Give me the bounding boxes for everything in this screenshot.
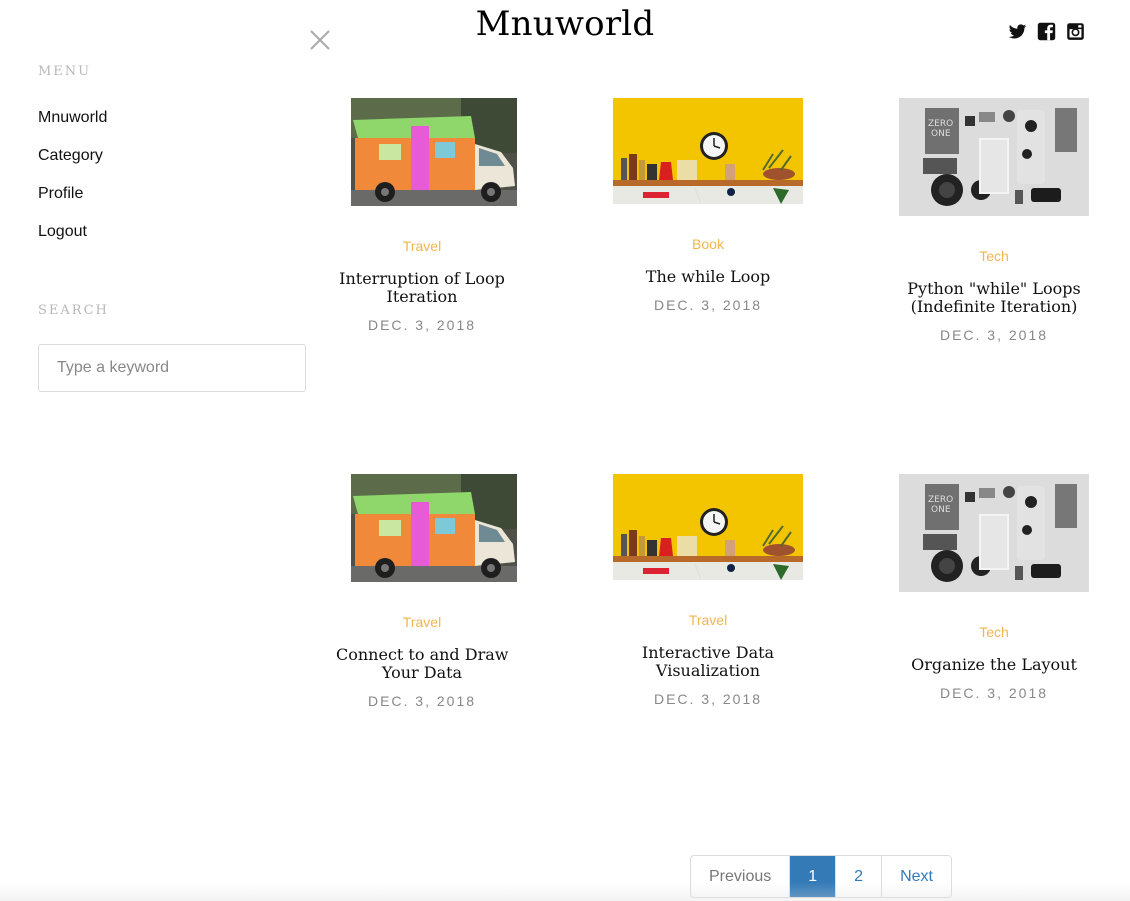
- post-title-line: Iteration: [386, 287, 458, 306]
- post-title[interactable]: Interruption of Loop Iteration: [336, 270, 508, 306]
- post-card: Travel Interruption of Loop Iteration DE…: [336, 98, 508, 333]
- pagination-page-1[interactable]: 1: [789, 856, 836, 897]
- pagination-previous[interactable]: Previous: [691, 856, 789, 897]
- post-title-line: Interactive Data: [641, 643, 775, 662]
- post-thumbnail-camper-van[interactable]: [351, 474, 517, 582]
- twitter-icon[interactable]: [1008, 22, 1027, 41]
- post-date: DEC. 3, 2018: [939, 327, 1049, 343]
- post-date: DEC. 3, 2018: [939, 685, 1049, 701]
- post-card: Book The while Loop DEC. 3, 2018: [613, 98, 803, 313]
- social-links: [1008, 22, 1085, 41]
- post-thumbnail-flat-lay[interactable]: [899, 98, 1089, 216]
- post-category[interactable]: Travel: [336, 614, 508, 630]
- close-icon[interactable]: [308, 28, 332, 52]
- post-category[interactable]: Tech: [899, 248, 1089, 264]
- post-category[interactable]: Tech: [899, 624, 1089, 640]
- post-title-line: (Indefinite Iteration): [910, 297, 1078, 316]
- menu-item-mnuworld[interactable]: Mnuworld: [38, 108, 107, 146]
- facebook-icon[interactable]: [1037, 22, 1056, 41]
- menu-item-category[interactable]: Category: [38, 146, 107, 184]
- post-title[interactable]: Python "while" Loops (Indefinite Iterati…: [899, 280, 1089, 316]
- post-thumbnail-yellow-shelf[interactable]: [613, 98, 803, 204]
- post-title[interactable]: Connect to and Draw Your Data: [336, 646, 508, 682]
- menu-item-profile[interactable]: Profile: [38, 184, 107, 222]
- post-date: DEC. 3, 2018: [367, 317, 477, 333]
- post-thumbnail-camper-van[interactable]: [351, 98, 517, 206]
- post-card: Travel Connect to and Draw Your Data DEC…: [336, 474, 508, 709]
- instagram-icon[interactable]: [1066, 22, 1085, 41]
- post-title-line: Your Data: [381, 663, 463, 682]
- post-thumbnail-flat-lay[interactable]: [899, 474, 1089, 592]
- post-title-line: The while Loop: [645, 267, 771, 286]
- post-card: Tech Organize the Layout DEC. 3, 2018: [899, 474, 1089, 701]
- post-title-line: Python "while" Loops: [907, 279, 1081, 298]
- post-category[interactable]: Travel: [613, 612, 803, 628]
- site-title[interactable]: Mnuworld: [0, 4, 1130, 44]
- post-title-line: Interruption of Loop: [339, 269, 505, 288]
- post-category[interactable]: Book: [613, 236, 803, 252]
- sidebar-menu: Mnuworld Category Profile Logout: [38, 108, 107, 260]
- pagination: Previous 1 2 Next: [690, 855, 952, 898]
- post-title-line: Organize the Layout: [911, 655, 1077, 674]
- menu-item-logout[interactable]: Logout: [38, 222, 107, 260]
- post-card: Tech Python "while" Loops (Indefinite It…: [899, 98, 1089, 343]
- search-heading: SEARCH: [38, 303, 109, 318]
- menu-heading: MENU: [38, 64, 92, 79]
- post-category[interactable]: Travel: [336, 238, 508, 254]
- post-thumbnail-yellow-shelf[interactable]: [613, 474, 803, 580]
- post-card: Travel Interactive Data Visualization DE…: [613, 474, 803, 707]
- footer-shadow: [0, 882, 1130, 901]
- post-title[interactable]: The while Loop: [613, 268, 803, 286]
- search-input[interactable]: [38, 344, 306, 392]
- post-title-line: Connect to and Draw: [336, 645, 509, 664]
- post-title[interactable]: Interactive Data Visualization: [613, 644, 803, 680]
- post-title-line: Visualization: [655, 661, 761, 680]
- post-title[interactable]: Organize the Layout: [899, 656, 1089, 674]
- post-date: DEC. 3, 2018: [367, 693, 477, 709]
- post-date: DEC. 3, 2018: [653, 297, 763, 313]
- pagination-page-2[interactable]: 2: [835, 856, 881, 897]
- post-date: DEC. 3, 2018: [653, 691, 763, 707]
- pagination-next[interactable]: Next: [881, 856, 951, 897]
